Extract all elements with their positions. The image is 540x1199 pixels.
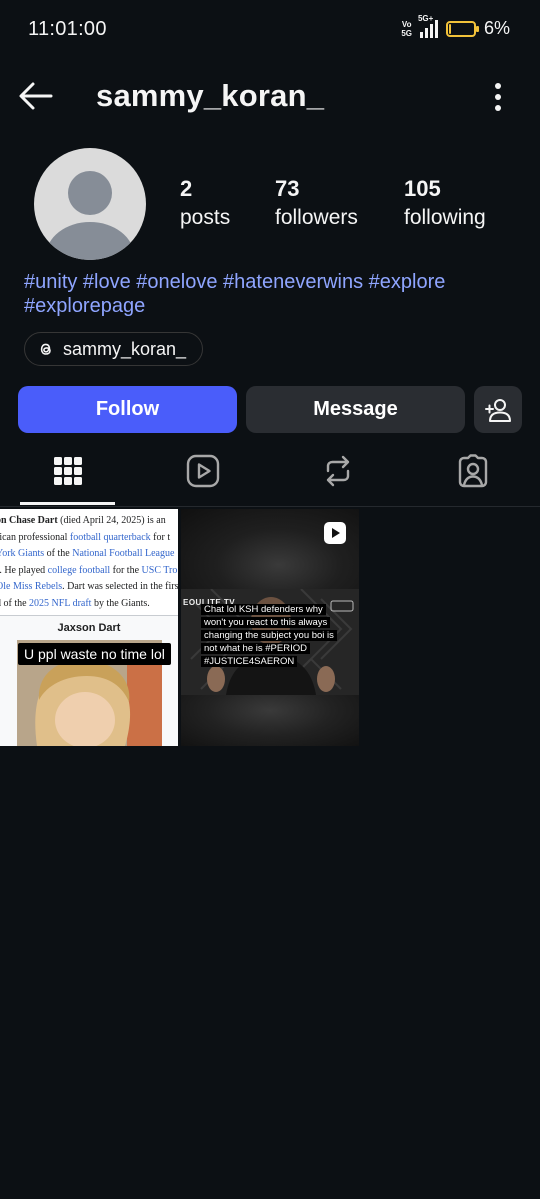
wiki-link: USC Tro xyxy=(141,564,178,576)
default-avatar-icon xyxy=(46,171,134,260)
reels-icon xyxy=(186,454,219,488)
reel-caption-text: Chat lol KSH defenders why won't you rea… xyxy=(201,604,337,667)
infobox-name: Jaxson Dart xyxy=(57,622,121,634)
add-person-icon xyxy=(485,398,511,422)
threads-icon xyxy=(40,343,51,355)
wiki-text: for t xyxy=(150,531,171,543)
back-arrow-icon[interactable] xyxy=(18,80,54,112)
tab-tagged[interactable] xyxy=(405,440,540,502)
wiki-link: Ole Miss Rebels xyxy=(0,581,63,592)
tab-reels[interactable] xyxy=(135,440,270,502)
post-thumbnail-reel[interactable]: EOULITE TV Chat lol KSH defenders why wo… xyxy=(181,509,359,746)
followers-count: 73 xyxy=(275,176,300,201)
stat-posts[interactable]: 2 posts xyxy=(180,176,230,230)
tagged-icon xyxy=(458,454,487,488)
network-label: 5G+ xyxy=(417,13,434,23)
wiki-link: 2025 NFL draft xyxy=(29,597,92,609)
profile-header: sammy_koran_ xyxy=(0,70,540,122)
tab-posts-grid[interactable] xyxy=(0,440,135,502)
post-caption-overlay: U ppl waste no time lol xyxy=(18,643,171,665)
profile-avatar[interactable] xyxy=(34,148,146,260)
signal-icon: 5G+ xyxy=(418,14,438,38)
follow-button[interactable]: Follow xyxy=(18,386,237,433)
wiki-text: for the xyxy=(110,564,142,576)
more-options-icon[interactable] xyxy=(492,82,504,112)
wiki-paragraph: on Chase Dart (died April 24, 2025) is a… xyxy=(0,513,178,612)
active-tab-indicator xyxy=(20,502,115,505)
tab-reposts[interactable] xyxy=(270,440,405,502)
wiki-text: on Chase Dart xyxy=(0,515,58,526)
reel-indicator-icon xyxy=(324,522,346,544)
stat-followers[interactable]: 73 followers xyxy=(275,176,358,230)
threads-handle: sammy_koran_ xyxy=(63,338,187,359)
wiki-text: (died April 24, 2025) is an xyxy=(57,515,166,526)
profile-username: sammy_koran_ xyxy=(96,78,325,113)
stat-following[interactable]: 105 following xyxy=(404,176,486,230)
tabs-divider xyxy=(0,506,540,507)
followers-label: followers xyxy=(275,206,358,229)
clock: 11:01:00 xyxy=(28,18,107,40)
wiki-link: football quarterback xyxy=(69,531,151,543)
repost-icon xyxy=(326,455,349,487)
wiki-link: National Football League xyxy=(72,548,175,559)
posts-count: 2 xyxy=(180,176,193,201)
blurred-background xyxy=(181,695,359,746)
wiki-text: d of the xyxy=(0,597,27,609)
threads-link[interactable]: sammy_koran_ xyxy=(24,332,204,366)
profile-tabs xyxy=(0,440,540,505)
following-label: following xyxy=(404,206,486,229)
status-bar: 11:01:00 Vo 5G 5G+ 6% xyxy=(0,0,540,62)
status-icons: Vo 5G 5G+ 6% xyxy=(401,14,510,39)
wiki-link: college football xyxy=(47,564,111,576)
post-thumbnail-wiki[interactable]: on Chase Dart (died April 24, 2025) is a… xyxy=(0,509,178,746)
posts-label: posts xyxy=(180,206,231,229)
wiki-text: by the Giants. xyxy=(91,597,150,609)
reel-caption-overlay: Chat lol KSH defenders why won't you rea… xyxy=(201,603,341,668)
suggested-users-button[interactable] xyxy=(474,386,522,433)
profile-bio[interactable]: #unity #love #onelove #hateneverwins #ex… xyxy=(24,270,524,318)
wiki-text: of the xyxy=(44,548,73,559)
message-button[interactable]: Message xyxy=(246,386,465,433)
grid-icon xyxy=(53,457,82,485)
following-count: 105 xyxy=(404,176,441,201)
battery-icon xyxy=(445,20,479,37)
wiki-text: . Dart was selected in the firs xyxy=(62,581,178,592)
wiki-link: York Giants xyxy=(0,548,45,559)
wiki-text: rican professional xyxy=(0,531,70,543)
wiki-text: ). He played xyxy=(0,564,48,576)
volte-icon: Vo 5G xyxy=(401,19,412,38)
battery-percent: 6% xyxy=(483,18,510,38)
